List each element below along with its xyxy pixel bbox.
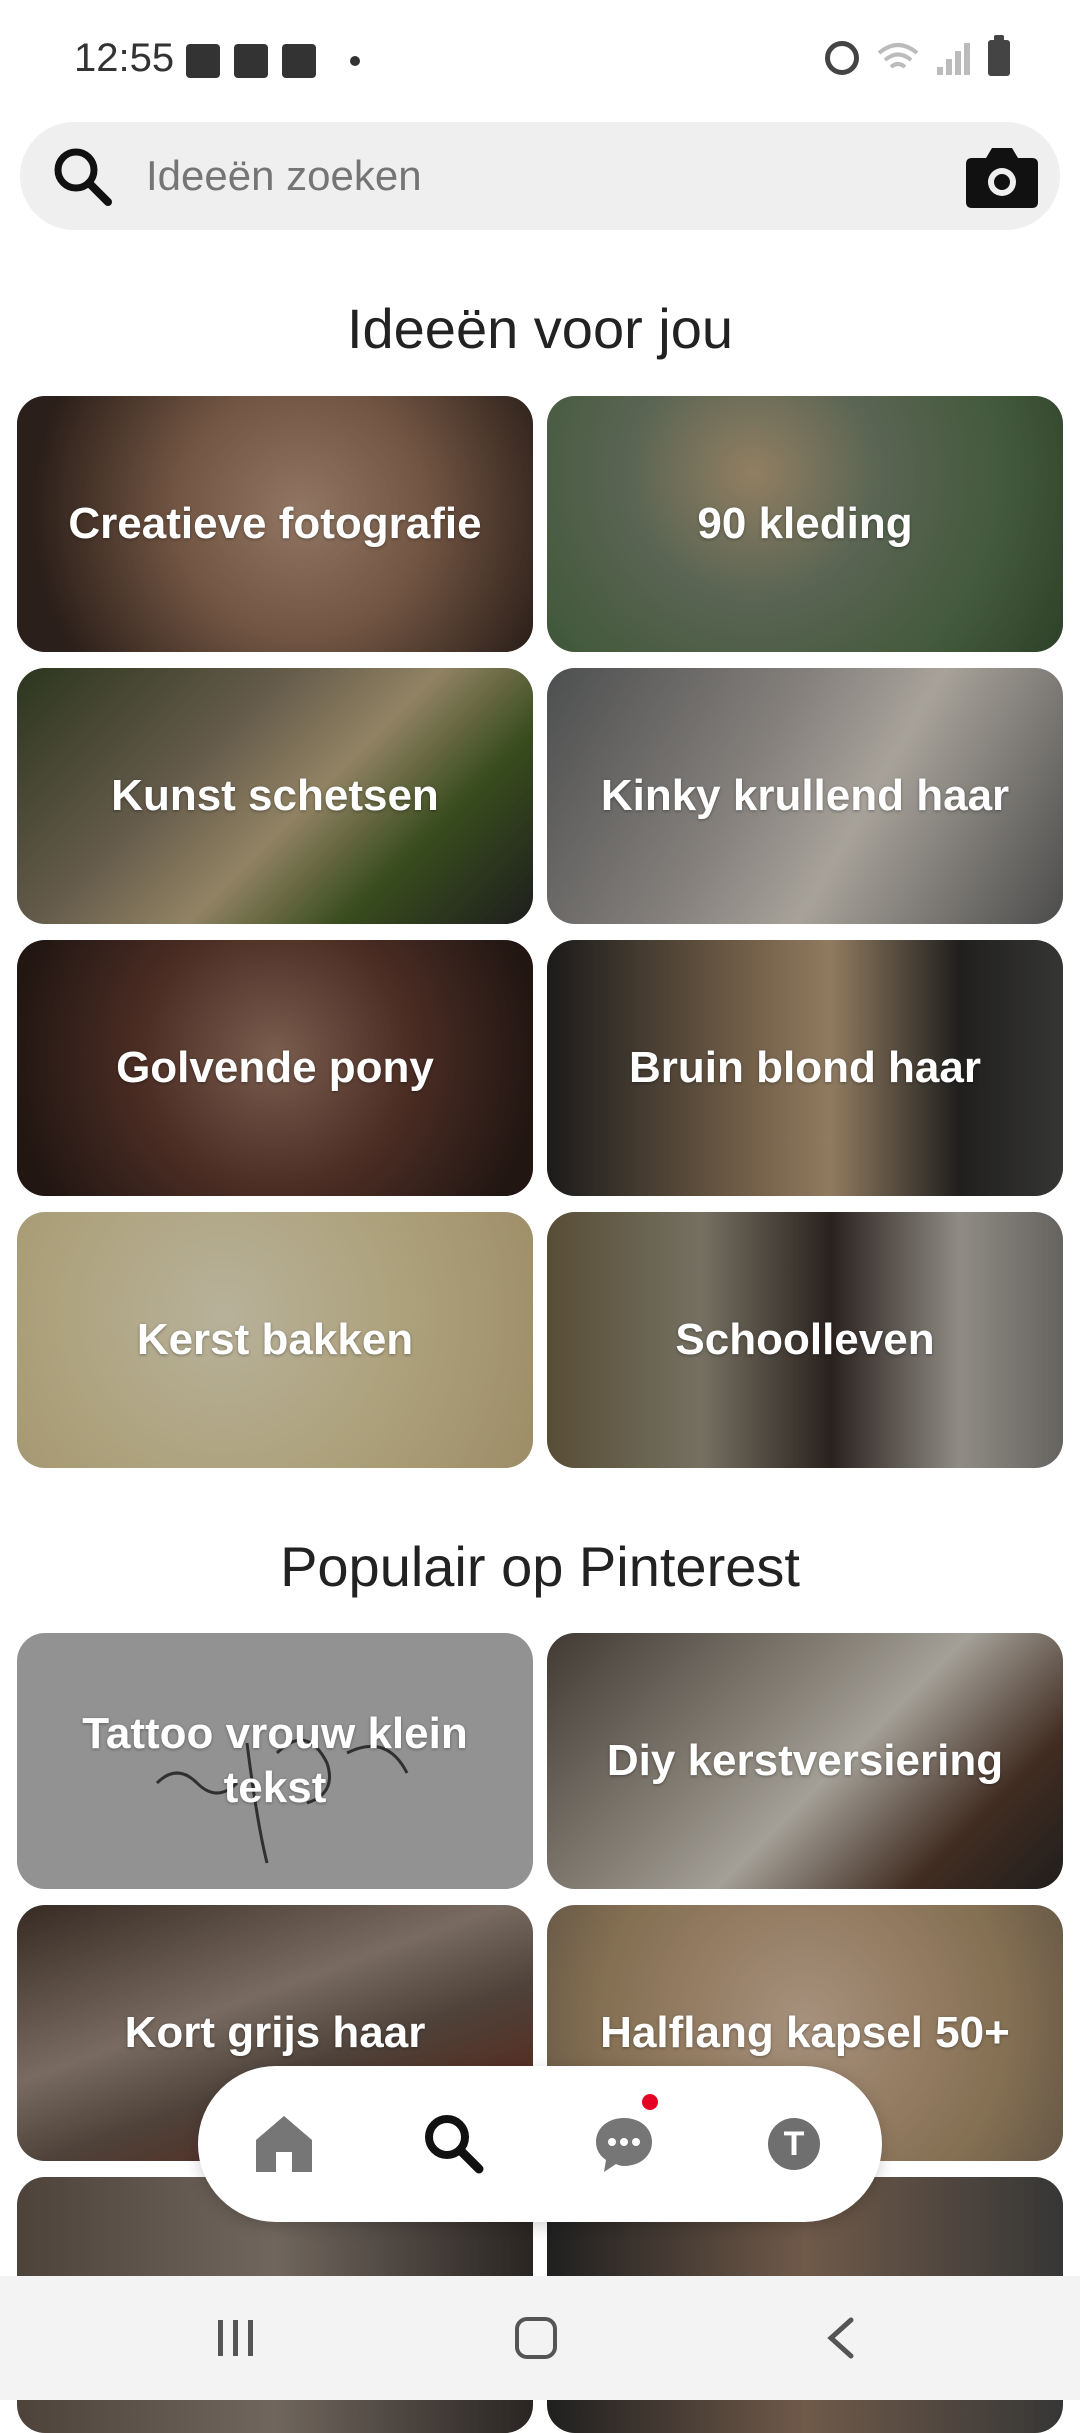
tile-label: Bruin blond haar xyxy=(629,1043,981,1093)
search-input[interactable] xyxy=(146,122,926,230)
mail-icon xyxy=(234,44,268,78)
tile-label: Schoolleven xyxy=(675,1315,935,1365)
image-icon xyxy=(186,44,220,78)
camera-icon[interactable] xyxy=(964,144,1040,210)
bottom-navigation: T xyxy=(198,2066,882,2222)
nav-messages[interactable] xyxy=(582,2094,666,2186)
tile-label: Kinky krullend haar xyxy=(600,771,1010,821)
tile-label: Tattoo vrouw klein tekst xyxy=(82,1709,468,1812)
search-icon xyxy=(54,148,112,206)
tile-label: Creatieve fotografie xyxy=(68,499,482,549)
idea-tile[interactable]: Creatieve fotografie xyxy=(17,396,533,652)
status-time: 12:55 xyxy=(74,36,175,80)
tile-label: Diy kerstversiering xyxy=(606,1736,1004,1786)
status-system-icons xyxy=(825,35,1010,76)
idea-tile[interactable]: Schoolleven xyxy=(547,1212,1063,1468)
popular-tile[interactable]: Tattoo vrouw klein tekst xyxy=(17,1633,533,1889)
idea-tile[interactable]: Golvende pony xyxy=(17,940,533,1196)
messages-icon xyxy=(596,2118,652,2172)
nav-search[interactable] xyxy=(412,2102,496,2186)
popular-tile[interactable]: Diy kerstversiering xyxy=(547,1633,1063,1889)
app-icon xyxy=(282,44,316,78)
recent-apps-button[interactable] xyxy=(196,2306,276,2370)
system-navigation-bar xyxy=(0,2276,1080,2400)
idea-tile[interactable]: Kunst schetsen xyxy=(17,668,533,924)
section-title-ideas: Ideeën voor jou xyxy=(346,297,734,360)
notification-dot xyxy=(642,2094,658,2110)
tile-label: Golvende pony xyxy=(116,1043,434,1093)
status-notification-icons xyxy=(186,44,360,78)
recent-apps-icon xyxy=(218,2320,253,2356)
nav-profile[interactable]: T xyxy=(752,2102,836,2186)
nav-home[interactable] xyxy=(242,2102,326,2186)
tile-label: Halflang kapsel 50+ xyxy=(600,2008,1010,2058)
search-icon xyxy=(425,2115,484,2174)
battery-icon xyxy=(988,35,1010,76)
idea-tile[interactable]: Kinky krullend haar xyxy=(547,668,1063,924)
signal-icon xyxy=(937,41,970,75)
system-home-button[interactable] xyxy=(496,2306,576,2370)
home-icon xyxy=(256,2116,312,2172)
idea-tile[interactable]: 90 kleding xyxy=(547,396,1063,652)
home-icon xyxy=(515,2317,557,2359)
alarm-icon xyxy=(825,41,859,75)
system-back-button[interactable] xyxy=(800,2306,880,2370)
idea-tile[interactable]: Kerst bakken xyxy=(17,1212,533,1468)
tile-label: Kunst schetsen xyxy=(111,771,439,821)
profile-avatar: T xyxy=(768,2118,820,2170)
wifi-icon xyxy=(877,41,919,75)
status-bar: 12:55 xyxy=(0,0,1080,120)
tile-label: 90 kleding xyxy=(697,499,913,549)
back-icon xyxy=(827,2317,854,2359)
search-bar[interactable] xyxy=(20,122,1060,230)
tile-label: Kerst bakken xyxy=(136,1315,414,1365)
dot-icon xyxy=(350,56,360,66)
section-title-popular: Populair op Pinterest xyxy=(280,1535,800,1598)
tile-label: Kort grijs haar xyxy=(124,2008,426,2058)
idea-tile[interactable]: Bruin blond haar xyxy=(547,940,1063,1196)
